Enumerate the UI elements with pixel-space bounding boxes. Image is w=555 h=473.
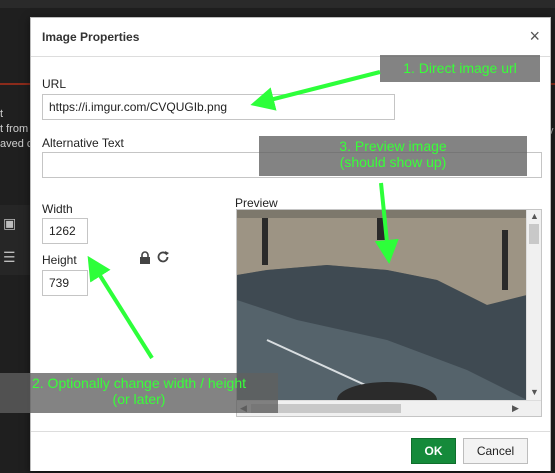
- annotation-line: (or later): [112, 391, 166, 407]
- height-input[interactable]: 739: [42, 270, 88, 296]
- background-text: aved c: [0, 138, 33, 150]
- list-icon[interactable]: ☰: [3, 249, 16, 266]
- scroll-right-icon[interactable]: ▶: [512, 403, 519, 414]
- background-text: t: [0, 108, 4, 120]
- dialog-header: Image Properties ×: [31, 18, 550, 57]
- scroll-down-icon[interactable]: ▼: [530, 387, 539, 397]
- lock-icon[interactable]: [138, 251, 152, 265]
- dialog-footer: OK Cancel: [31, 431, 550, 471]
- height-label: Height: [42, 253, 77, 267]
- image-preview: ▲ ▼ ◀ ▶: [236, 209, 542, 417]
- image-icon[interactable]: ▣: [3, 215, 16, 232]
- background-toolbar: ▣ ☰: [0, 205, 30, 275]
- preview-image: [237, 210, 527, 416]
- horizontal-scrollbar[interactable]: ◀ ▶: [237, 400, 541, 416]
- scroll-thumb[interactable]: [529, 224, 539, 244]
- width-label: Width: [42, 202, 73, 216]
- annotation-note-size: 2. Optionally change width / height (or …: [0, 373, 278, 413]
- url-input[interactable]: https://i.imgur.com/CVQUGIb.png: [42, 94, 395, 120]
- annotation-line: 2. Optionally change width / height: [31, 375, 247, 391]
- close-icon[interactable]: ×: [529, 26, 540, 47]
- annotation-line: (should show up): [339, 154, 447, 170]
- ok-button[interactable]: OK: [411, 438, 456, 464]
- annotation-note-preview: 3. Preview image (should show up): [259, 136, 527, 176]
- preview-label: Preview: [235, 196, 278, 210]
- background-text: t from: [0, 123, 29, 135]
- alt-text-label: Alternative Text: [42, 136, 124, 150]
- annotation-note-url: 1. Direct image url: [380, 55, 540, 82]
- cancel-button[interactable]: Cancel: [463, 438, 528, 464]
- background-topbar: [0, 0, 555, 8]
- scroll-up-icon[interactable]: ▲: [530, 211, 539, 221]
- dialog-title: Image Properties: [42, 30, 140, 44]
- vertical-scrollbar[interactable]: ▲ ▼: [526, 210, 541, 400]
- url-label: URL: [42, 77, 67, 91]
- annotation-line: 3. Preview image: [339, 138, 447, 154]
- refresh-icon[interactable]: [156, 250, 170, 264]
- width-input[interactable]: 1262: [42, 218, 88, 244]
